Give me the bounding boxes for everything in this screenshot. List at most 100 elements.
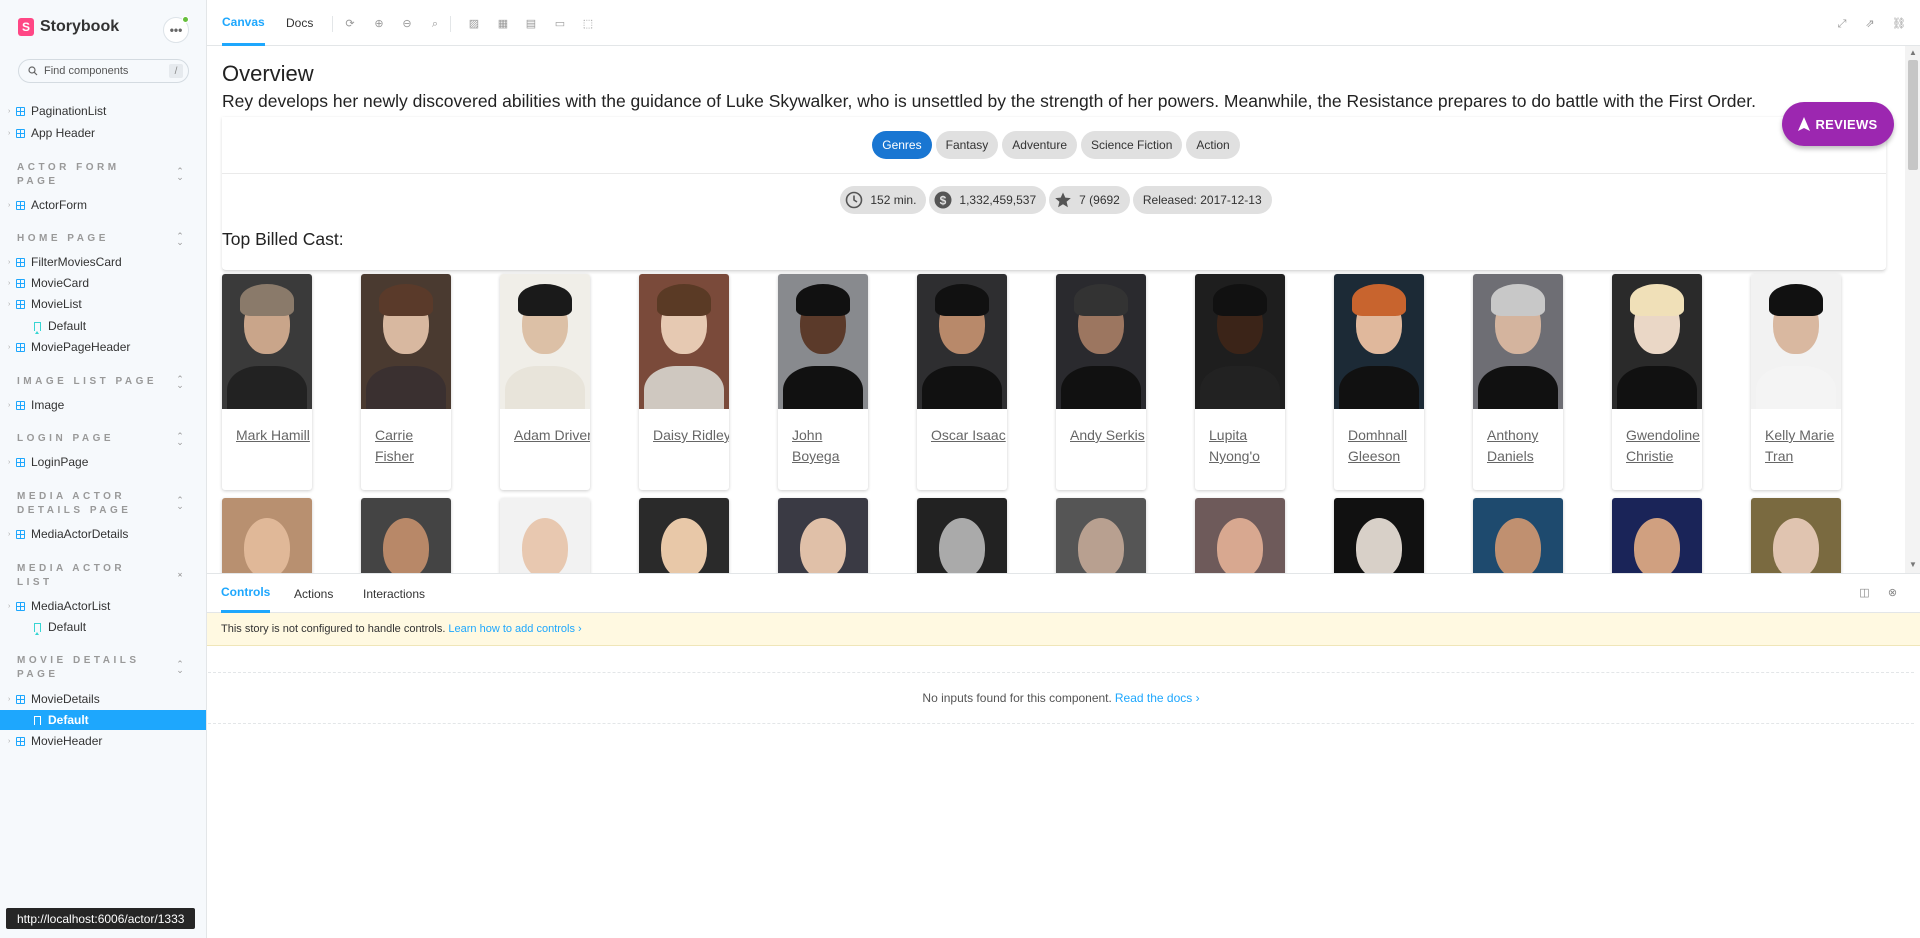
actor-photo[interactable] <box>639 498 729 573</box>
actor-photo[interactable] <box>1195 498 1285 573</box>
viewport-icon[interactable]: ▤ <box>525 18 537 30</box>
tab-actions[interactable]: Actions <box>294 574 333 613</box>
sidebar-item-moviedetails[interactable]: › MovieDetails <box>0 689 206 709</box>
tab-controls[interactable]: Controls <box>221 574 271 613</box>
read-docs-link[interactable]: Read the docs › <box>1115 691 1200 705</box>
group-image-list-page[interactable]: IMAGE LIST PAGE <box>17 375 167 389</box>
cast-card[interactable]: Andy Serkis <box>1056 274 1146 490</box>
preview-scrollbar[interactable]: ▲ ▼ <box>1905 46 1920 573</box>
cast-card[interactable] <box>222 498 312 573</box>
cast-card[interactable] <box>1473 498 1563 573</box>
sidebar-item-moviepageheader[interactable]: › MoviePageHeader <box>0 337 206 357</box>
actor-name-link[interactable]: Kelly Marie Tran <box>1765 425 1841 467</box>
cast-card[interactable]: Lupita Nyong'o <box>1195 274 1285 490</box>
group-actor-form-page[interactable]: ACTOR FORM PAGE <box>17 161 167 189</box>
actor-name-link[interactable]: Andy Serkis <box>1070 425 1146 446</box>
sidebar-item-movielist[interactable]: › MovieList <box>0 294 206 314</box>
cast-card[interactable]: Domhnall Gleeson <box>1334 274 1424 490</box>
cast-card[interactable]: Daisy Ridley <box>639 274 729 490</box>
sidebar-item-app-header[interactable]: › App Header <box>0 123 206 143</box>
cast-card[interactable] <box>639 498 729 573</box>
cast-card[interactable] <box>361 498 451 573</box>
actor-photo[interactable] <box>778 274 868 409</box>
actor-name-link[interactable]: Domhnall Gleeson <box>1348 425 1424 467</box>
actor-name-link[interactable]: John Boyega <box>792 425 868 467</box>
tab-interactions[interactable]: Interactions <box>363 574 425 613</box>
genre-chip[interactable]: Fantasy <box>935 131 999 159</box>
actor-photo[interactable] <box>1473 498 1563 573</box>
zoom-reset-icon[interactable]: ⌕ <box>429 18 441 30</box>
expand-collapse-icon[interactable]: ⌃ ⌄ <box>175 167 185 182</box>
group-login-page[interactable]: LOGIN PAGE <box>17 432 167 446</box>
actor-photo[interactable] <box>1056 498 1146 573</box>
cast-card[interactable]: John Boyega <box>778 274 868 490</box>
background-icon[interactable]: ▨ <box>468 18 480 30</box>
group-media-actor-details-page[interactable]: MEDIA ACTOR DETAILS PAGE <box>17 490 167 518</box>
sidebar-story-mediaactorlist-default[interactable]: Default <box>0 617 206 637</box>
cast-card[interactable]: Kelly Marie Tran <box>1751 274 1841 490</box>
sidebar-item-filtermoviescard[interactable]: › FilterMoviesCard <box>0 252 206 272</box>
collapse-icon[interactable]: ⌄ ⌃ <box>175 568 185 583</box>
genre-chip[interactable]: Adventure <box>1002 131 1077 159</box>
cast-card[interactable] <box>1056 498 1146 573</box>
open-new-tab-icon[interactable]: ⇗ <box>1864 18 1876 30</box>
actor-photo[interactable] <box>1612 274 1702 409</box>
cast-card[interactable] <box>917 498 1007 573</box>
actor-photo[interactable] <box>500 274 590 409</box>
genre-chip[interactable]: Action <box>1186 131 1240 159</box>
sidebar-item-movieheader[interactable]: › MovieHeader <box>0 731 206 751</box>
actor-photo[interactable] <box>361 274 451 409</box>
sidebar-item-mediaactordetails[interactable]: › MediaActorDetails <box>0 524 206 544</box>
sidebar-item-mediaactorlist[interactable]: › MediaActorList <box>0 596 206 616</box>
actor-photo[interactable] <box>1195 274 1285 409</box>
sidebar-story-movielist-default[interactable]: Default <box>0 316 206 336</box>
actor-name-link[interactable]: Lupita Nyong'o <box>1209 425 1285 467</box>
actor-name-link[interactable]: Adam Driver <box>514 425 590 446</box>
cast-card[interactable]: Adam Driver <box>500 274 590 490</box>
tab-docs[interactable]: Docs <box>286 0 313 46</box>
actor-photo[interactable] <box>1751 274 1841 409</box>
group-media-actor-list[interactable]: MEDIA ACTOR LIST <box>17 562 167 590</box>
fullscreen-icon[interactable]: ⤢ <box>1836 18 1848 30</box>
actor-name-link[interactable]: Anthony Daniels <box>1487 425 1563 467</box>
actor-photo[interactable] <box>917 498 1007 573</box>
cast-card[interactable] <box>1751 498 1841 573</box>
actor-photo[interactable] <box>1751 498 1841 573</box>
sidebar-story-moviedetails-default[interactable]: Default <box>0 710 206 730</box>
reviews-fab-button[interactable]: REVIEWS <box>1782 102 1894 146</box>
copy-link-icon[interactable]: ⛓ <box>1892 18 1906 30</box>
actor-photo[interactable] <box>222 274 312 409</box>
zoom-in-icon[interactable]: ⊕ <box>373 18 385 30</box>
cast-card[interactable]: Gwendoline Christie <box>1612 274 1702 490</box>
actor-photo[interactable] <box>1612 498 1702 573</box>
cast-card[interactable] <box>1612 498 1702 573</box>
cast-card[interactable]: Carrie Fisher <box>361 274 451 490</box>
cast-card[interactable]: Mark Hamill <box>222 274 312 490</box>
actor-name-link[interactable]: Mark Hamill <box>236 425 312 446</box>
actor-photo[interactable] <box>917 274 1007 409</box>
zoom-out-icon[interactable]: ⊖ <box>401 18 413 30</box>
expand-collapse-icon[interactable]: ⌃ ⌄ <box>175 660 185 675</box>
sidebar-item-image[interactable]: › Image <box>0 395 206 415</box>
storybook-brand[interactable]: S Storybook <box>18 18 119 36</box>
sidebar-item-loginpage[interactable]: › LoginPage <box>0 452 206 472</box>
panel-orientation-icon[interactable]: ◫ <box>1858 587 1871 600</box>
actor-photo[interactable] <box>1334 498 1424 573</box>
genre-chip[interactable]: Science Fiction <box>1081 131 1183 159</box>
expand-collapse-icon[interactable]: ⌃ ⌄ <box>175 496 185 511</box>
tab-canvas[interactable]: Canvas <box>222 0 265 46</box>
measure-icon[interactable]: ▭ <box>554 18 566 30</box>
sidebar-item-actorform[interactable]: › ActorForm <box>0 195 206 215</box>
actor-name-link[interactable]: Daisy Ridley <box>653 425 729 446</box>
search-input[interactable]: Find components / <box>18 59 189 83</box>
actor-photo[interactable] <box>1334 274 1424 409</box>
sidebar-item-moviecard[interactable]: › MovieCard <box>0 273 206 293</box>
group-movie-details-page[interactable]: MOVIE DETAILS PAGE <box>17 654 167 682</box>
cast-card[interactable] <box>1334 498 1424 573</box>
outline-icon[interactable]: ⬚ <box>582 18 594 30</box>
actor-name-link[interactable]: Gwendoline Christie <box>1626 425 1702 467</box>
close-panel-icon[interactable]: ⊗ <box>1886 587 1899 600</box>
cast-card[interactable]: Oscar Isaac <box>917 274 1007 490</box>
actor-photo[interactable] <box>1056 274 1146 409</box>
sidebar-item-paginationlist[interactable]: › PaginationList <box>0 101 206 121</box>
